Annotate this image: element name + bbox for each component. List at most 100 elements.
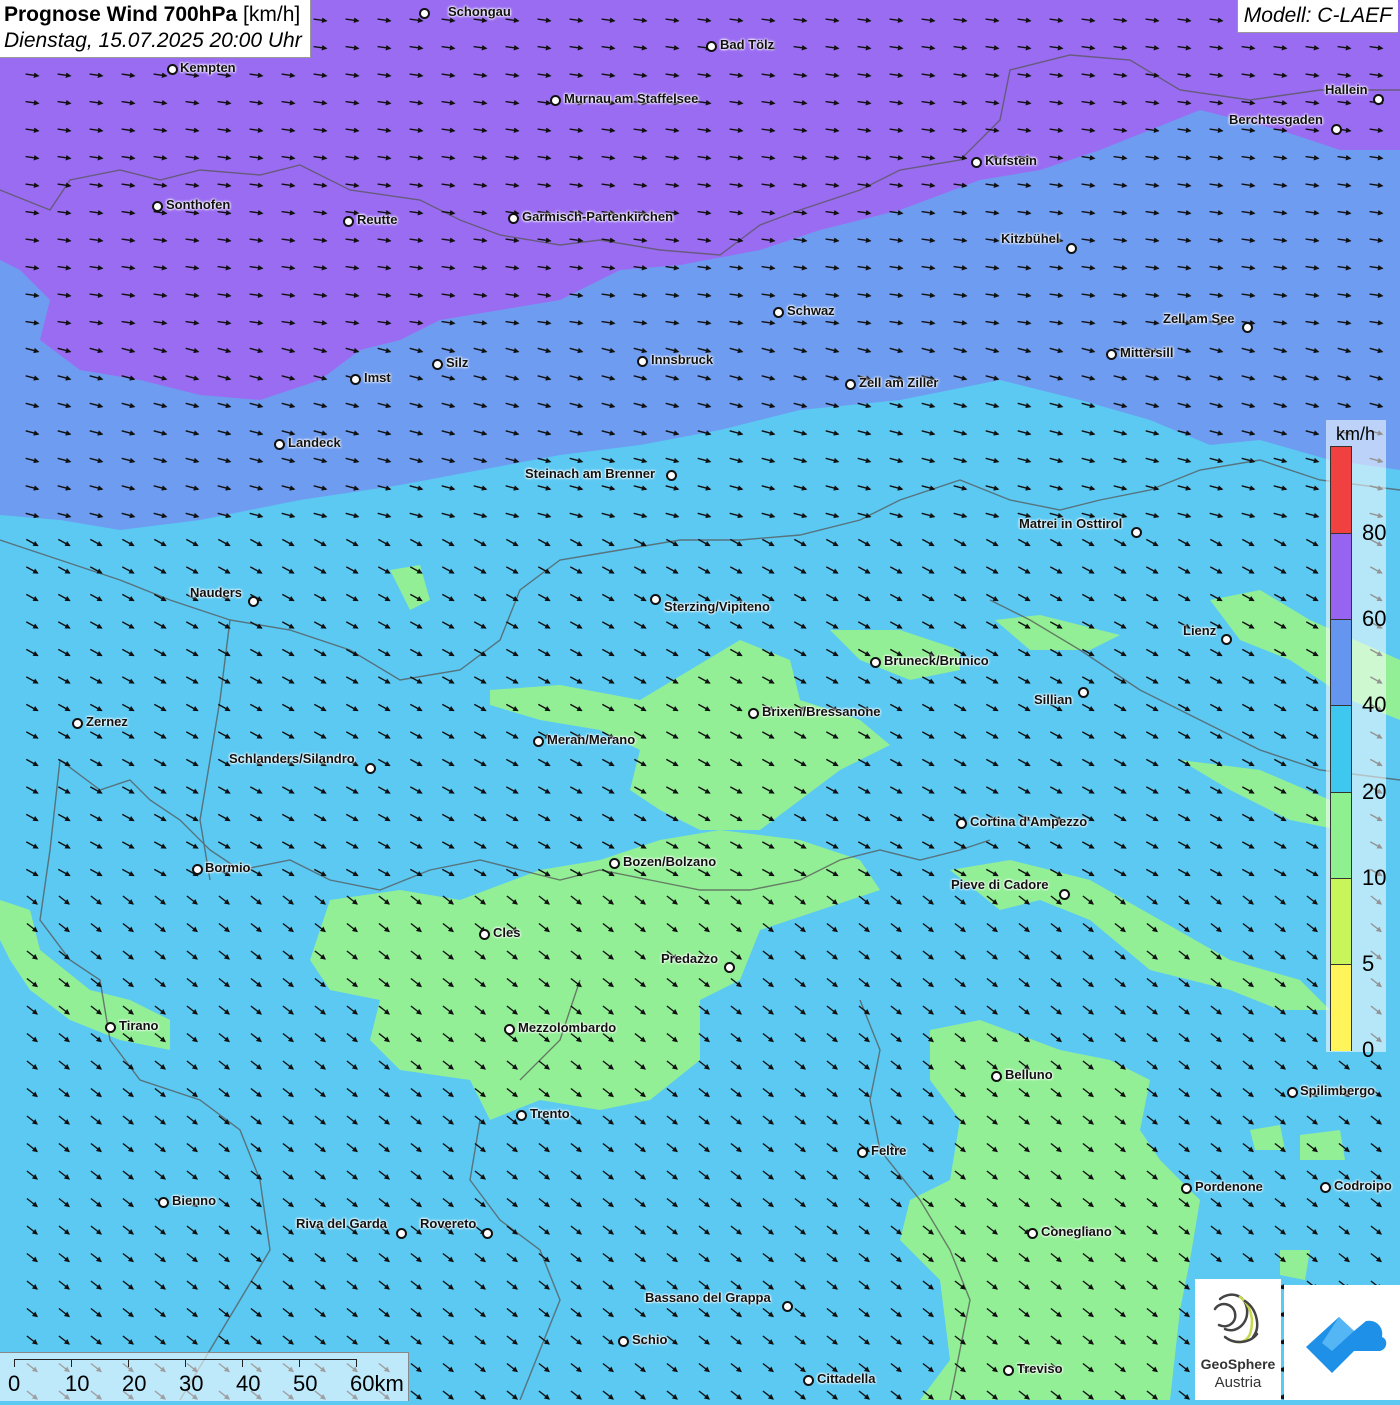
city-label: Lienz: [1183, 623, 1217, 638]
city-marker: [845, 379, 856, 390]
city-label: Pieve di Cadore: [951, 877, 1049, 892]
scale-tick: [185, 1359, 186, 1367]
city-label: Sterzing/Vipiteno: [664, 599, 770, 614]
city-marker: [1059, 889, 1070, 900]
legend-tick: 10: [1362, 864, 1387, 890]
city-marker: [158, 1197, 169, 1208]
city-label: Meran/Merano: [547, 732, 636, 747]
city-marker: [192, 864, 203, 875]
city-marker: [396, 1228, 407, 1239]
city-label: Cortina d'Ampezzo: [970, 814, 1088, 829]
city-marker: [724, 962, 735, 973]
city-label: Feltre: [871, 1143, 907, 1158]
city-marker: [533, 736, 544, 747]
city-marker: [706, 41, 717, 52]
city-label: Silz: [446, 355, 469, 370]
city-label: Schongau: [448, 4, 511, 19]
city-marker: [248, 596, 259, 607]
legend-color-step: [1331, 705, 1351, 793]
city-label: Cittadella: [817, 1371, 876, 1386]
city-marker: [432, 359, 443, 370]
city-marker: [618, 1336, 629, 1347]
city-marker: [152, 201, 163, 212]
city-marker: [167, 64, 178, 75]
city-marker: [1003, 1365, 1014, 1376]
legend-unit: km/h: [1336, 424, 1376, 444]
weather-app-logo: [1284, 1285, 1400, 1400]
city-label: Bassano del Grappa: [645, 1290, 771, 1305]
geosphere-country: Austria: [1214, 1374, 1262, 1391]
city-marker: [1373, 94, 1384, 105]
city-marker: [516, 1110, 527, 1121]
city-marker: [971, 157, 982, 168]
geosphere-name: GeoSphere: [1200, 1356, 1276, 1372]
legend-colorbar: [1330, 446, 1352, 1051]
scale-label: 10: [65, 1371, 90, 1396]
city-marker: [1078, 687, 1089, 698]
city-marker: [1131, 527, 1142, 538]
scale-label: 20: [122, 1371, 147, 1396]
city-marker: [1027, 1228, 1038, 1239]
scale-tick: [128, 1359, 129, 1367]
city-label: Landeck: [288, 435, 341, 450]
city-marker: [1320, 1182, 1331, 1193]
city-label: Schio: [632, 1332, 668, 1347]
city-label: Sonthofen: [166, 197, 231, 212]
city-label: Sillian: [1034, 692, 1073, 707]
city-marker: [991, 1071, 1002, 1082]
legend-color-step: [1331, 533, 1351, 621]
city-label: Bozen/Bolzano: [623, 854, 717, 869]
city-label: Bienno: [172, 1193, 217, 1208]
city-label: Bormio: [205, 860, 251, 875]
city-label: Schwaz: [787, 303, 835, 318]
city-label: Belluno: [1005, 1067, 1053, 1082]
city-label: Kufstein: [985, 153, 1037, 168]
city-label: Tirano: [119, 1018, 159, 1033]
city-marker: [956, 818, 967, 829]
mountain-cloud-icon: [1306, 1317, 1387, 1373]
city-marker: [1066, 243, 1077, 254]
city-marker: [1287, 1087, 1298, 1098]
city-label: Riva del Garda: [296, 1216, 388, 1231]
scale-label: 40: [236, 1371, 261, 1396]
city-label: Brixen/Bressanone: [762, 704, 881, 719]
city-label: Nauders: [190, 585, 243, 600]
city-label: Treviso: [1017, 1361, 1063, 1376]
legend-color-step: [1331, 791, 1351, 879]
city-label: Conegliano: [1041, 1224, 1112, 1239]
scale-tick: [299, 1359, 300, 1367]
city-label: Murnau am Staffelsee: [564, 91, 699, 106]
city-label: Rovereto: [420, 1216, 477, 1231]
city-marker: [343, 216, 354, 227]
city-label: Bruneck/Brunico: [884, 653, 989, 668]
legend-tick: 5: [1362, 950, 1375, 976]
geosphere-icon: [1213, 1293, 1259, 1344]
city-label: Steinach am Brenner: [525, 466, 656, 481]
city-label: Garmisch-Partenkirchen: [522, 209, 674, 224]
city-label: Pordenone: [1195, 1179, 1263, 1194]
city-marker: [1331, 124, 1342, 135]
city-marker: [857, 1147, 868, 1158]
city-marker: [482, 1228, 493, 1239]
city-label: Zernez: [86, 714, 128, 729]
title-box: Prognose Wind 700hPa [km/h] Dienstag, 15…: [0, 0, 311, 58]
city-marker: [782, 1301, 793, 1312]
scale-bar: 0 10 20 30 40 50 60km: [0, 1352, 409, 1401]
city-label: Mezzolombardo: [518, 1020, 617, 1035]
city-marker: [274, 439, 285, 450]
city-label: Imst: [364, 370, 391, 385]
city-marker: [637, 356, 648, 367]
city-label: Predazzo: [661, 951, 719, 966]
city-marker: [748, 708, 759, 719]
city-marker: [1242, 322, 1253, 333]
legend-color-step: [1331, 447, 1351, 534]
city-marker: [550, 95, 561, 106]
city-marker: [773, 307, 784, 318]
city-marker: [1181, 1183, 1192, 1194]
city-marker: [105, 1022, 116, 1033]
city-label: Kitzbühel: [1001, 231, 1060, 246]
city-label: Schlanders/Silandro: [229, 751, 355, 766]
city-label: Matrei in Osttirol: [1019, 516, 1123, 531]
forecast-date: Dienstag, 15.07.2025 20:00 Uhr: [4, 29, 302, 52]
city-label: Innsbruck: [651, 352, 714, 367]
